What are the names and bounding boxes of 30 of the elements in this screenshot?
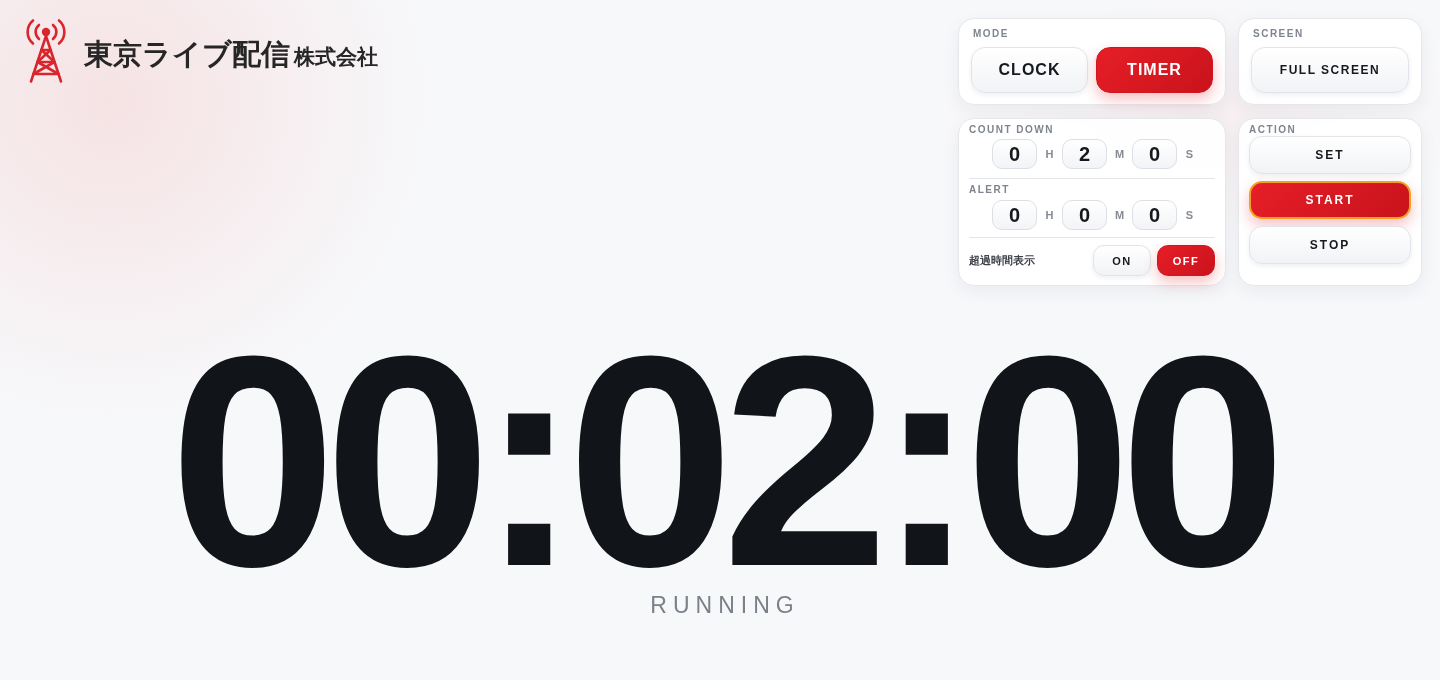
unit-label: S: [1184, 209, 1195, 221]
hours-field[interactable]: 0: [992, 139, 1037, 169]
action-button[interactable]: START: [1249, 181, 1411, 219]
action-button[interactable]: STOP: [1249, 226, 1411, 264]
company-name: 東京ライブ配信: [84, 37, 290, 72]
overtime-label: 超過時間表示: [969, 253, 1036, 268]
unit-label: M: [1113, 209, 1126, 221]
mode-button[interactable]: CLOCK: [971, 47, 1088, 93]
unit-label: H: [1044, 209, 1055, 221]
action-button[interactable]: SET: [1249, 136, 1411, 174]
unit-label: M: [1113, 148, 1126, 160]
panel-label: SCREEN: [1252, 28, 1305, 40]
mode-button[interactable]: TIMER: [1096, 47, 1213, 93]
full-screen-button[interactable]: FULL SCREEN: [1251, 47, 1409, 93]
status-label: RUNNING: [649, 591, 800, 619]
company-suffix: 株式会社: [294, 44, 378, 70]
minutes-field[interactable]: 2: [1062, 139, 1107, 169]
hours-field[interactable]: 0: [992, 200, 1037, 230]
toggle-button[interactable]: ON: [1093, 245, 1151, 276]
panel-label: COUNT DOWN: [969, 124, 1055, 136]
seconds-field[interactable]: 0: [1132, 200, 1177, 230]
panel-label: ACTION: [1249, 125, 1298, 135]
unit-label: S: [1184, 148, 1195, 160]
panel-label: ALERT: [969, 184, 1011, 196]
timer-display: 00:02:00: [169, 331, 1275, 591]
panel-label: MODE: [972, 28, 1010, 40]
seconds-field[interactable]: 0: [1132, 139, 1177, 169]
toggle-button[interactable]: OFF: [1157, 245, 1215, 276]
minutes-field[interactable]: 0: [1062, 200, 1107, 230]
unit-label: H: [1044, 148, 1055, 160]
